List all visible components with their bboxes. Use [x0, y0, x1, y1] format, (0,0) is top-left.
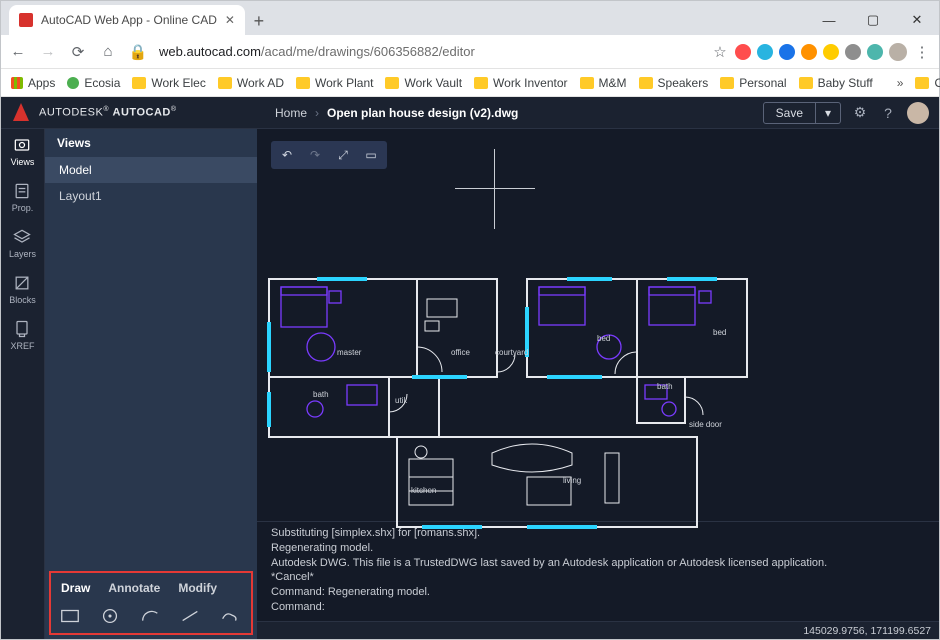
browser-tab-strip: AutoCAD Web App - Online CAD ✕ + — ▢ ✕	[1, 1, 939, 35]
bookmark-item[interactable]: M&M	[580, 76, 627, 90]
minimize-button[interactable]: —	[807, 5, 851, 35]
bookmark-item[interactable]: Work AD	[218, 76, 284, 90]
home-button[interactable]: ⌂	[99, 43, 117, 61]
extension-icon[interactable]	[823, 44, 839, 60]
svg-text:kitchen: kitchen	[411, 486, 436, 495]
tab-annotate[interactable]: Annotate	[108, 581, 160, 595]
window-controls: — ▢ ✕	[807, 5, 939, 35]
app-top-bar: AUTODESK® AUTOCAD® Home › Open plan hous…	[1, 97, 939, 129]
rail-blocks[interactable]: Blocks	[9, 273, 36, 305]
svg-text:bath: bath	[313, 390, 329, 399]
rail-properties[interactable]: Prop.	[12, 181, 34, 213]
view-item-layout1[interactable]: Layout1	[45, 183, 257, 209]
svg-text:side door: side door	[689, 420, 722, 429]
bookmark-item[interactable]: Speakers	[639, 76, 709, 90]
gear-icon[interactable]: ⚙	[851, 104, 869, 122]
new-tab-button[interactable]: +	[245, 7, 273, 35]
zoom-window-icon[interactable]: ▭	[358, 144, 384, 166]
line-tool-icon[interactable]	[179, 607, 201, 625]
bookmarks-bar: Apps Ecosia Work Elec Work AD Work Plant…	[1, 69, 939, 97]
bookmark-item[interactable]: Work Plant	[296, 76, 373, 90]
bookmark-item[interactable]: Baby Stuff	[799, 76, 873, 90]
svg-text:living: living	[563, 476, 581, 485]
svg-text:courtyard: courtyard	[495, 348, 528, 357]
forward-button[interactable]: →	[39, 43, 57, 61]
back-button[interactable]: ←	[9, 43, 27, 61]
coordinates-readout: 145029.9756, 171199.6527	[803, 625, 931, 637]
rail-xref[interactable]: XREF	[10, 319, 34, 351]
breadcrumb-home[interactable]: Home	[275, 106, 307, 120]
tab-draw[interactable]: Draw	[61, 581, 90, 595]
bookmark-item[interactable]: Work Inventor	[474, 76, 567, 90]
other-bookmarks[interactable]: Other bookmarks	[915, 76, 940, 90]
rail-layers[interactable]: Layers	[9, 227, 36, 259]
revcloud-tool-icon[interactable]	[219, 607, 241, 625]
autodesk-logo: AUTODESK® AUTOCAD®	[11, 103, 261, 123]
undo-icon[interactable]: ↶	[274, 144, 300, 166]
floor-plan: master office courtyard bed bed bath bat…	[267, 277, 767, 537]
bookmark-item[interactable]: Work Vault	[385, 76, 462, 90]
close-window-button[interactable]: ✕	[895, 5, 939, 35]
bookmark-item[interactable]: Personal	[720, 76, 786, 90]
svg-text:bath: bath	[657, 382, 673, 391]
svg-text:util.: util.	[395, 396, 407, 405]
bookmark-item[interactable]: Ecosia	[67, 76, 120, 90]
command-prompt[interactable]: Command:	[271, 601, 325, 613]
svg-text:bed: bed	[713, 328, 726, 337]
canvas-toolbar: ↶ ↷ ⤢ ▭	[271, 141, 387, 169]
apps-button[interactable]: Apps	[11, 76, 55, 90]
user-avatar[interactable]	[907, 102, 929, 124]
autocad-a-icon	[11, 103, 31, 123]
svg-text:master: master	[337, 348, 362, 357]
tab-title: AutoCAD Web App - Online CAD	[41, 13, 217, 27]
extension-icon[interactable]	[779, 44, 795, 60]
autocad-favicon	[19, 13, 33, 27]
bookmarks-overflow-icon[interactable]: »	[897, 76, 904, 90]
panel-title: Views	[45, 129, 257, 157]
star-icon[interactable]: ☆	[711, 43, 729, 61]
profile-avatar[interactable]	[889, 43, 907, 61]
address-bar: ← → ⟳ ⌂ 🔒 web.autocad.com/acad/me/drawin…	[1, 35, 939, 69]
chevron-right-icon: ›	[315, 106, 319, 120]
breadcrumb: Home › Open plan house design (v2).dwg	[275, 106, 518, 120]
browser-tab[interactable]: AutoCAD Web App - Online CAD ✕	[9, 5, 245, 35]
autocad-app: AUTODESK® AUTOCAD® Home › Open plan hous…	[1, 97, 939, 639]
drawing-canvas[interactable]: ↶ ↷ ⤢ ▭	[257, 129, 939, 639]
extension-icon[interactable]	[845, 44, 861, 60]
extension-icon[interactable]	[867, 44, 883, 60]
kebab-menu-icon[interactable]: ⋮	[913, 43, 931, 61]
left-rail: Views Prop. Layers Blocks XREF	[1, 129, 45, 639]
maximize-button[interactable]: ▢	[851, 5, 895, 35]
help-icon[interactable]: ?	[879, 104, 897, 122]
extension-icon[interactable]	[757, 44, 773, 60]
save-dropdown-icon[interactable]: ▾	[815, 103, 840, 123]
rectangle-tool-icon[interactable]	[59, 607, 81, 625]
arc-tool-icon[interactable]	[139, 607, 161, 625]
svg-text:bed: bed	[597, 334, 610, 343]
views-panel: Views Model Layout1 Draw Annotate Modify	[45, 129, 257, 639]
zoom-extents-icon[interactable]: ⤢	[330, 144, 356, 166]
draw-tools-panel: Draw Annotate Modify	[49, 571, 253, 635]
tab-modify[interactable]: Modify	[178, 581, 217, 595]
breadcrumb-current: Open plan house design (v2).dwg	[327, 106, 518, 120]
extension-icon[interactable]	[801, 44, 817, 60]
close-tab-icon[interactable]: ✕	[225, 13, 235, 27]
save-button[interactable]: Save ▾	[763, 102, 841, 124]
circle-tool-icon[interactable]	[99, 607, 121, 625]
view-item-model[interactable]: Model	[45, 157, 257, 183]
url-field[interactable]: web.autocad.com/acad/me/drawings/6063568…	[159, 44, 699, 59]
redo-icon[interactable]: ↷	[302, 144, 328, 166]
status-bar: 145029.9756, 171199.6527	[257, 621, 939, 639]
svg-text:office: office	[451, 348, 471, 357]
reload-button[interactable]: ⟳	[69, 43, 87, 61]
bookmark-item[interactable]: Work Elec	[132, 76, 205, 90]
rail-views[interactable]: Views	[11, 135, 35, 167]
lock-icon: 🔒	[129, 43, 147, 61]
extension-icon[interactable]	[735, 44, 751, 60]
